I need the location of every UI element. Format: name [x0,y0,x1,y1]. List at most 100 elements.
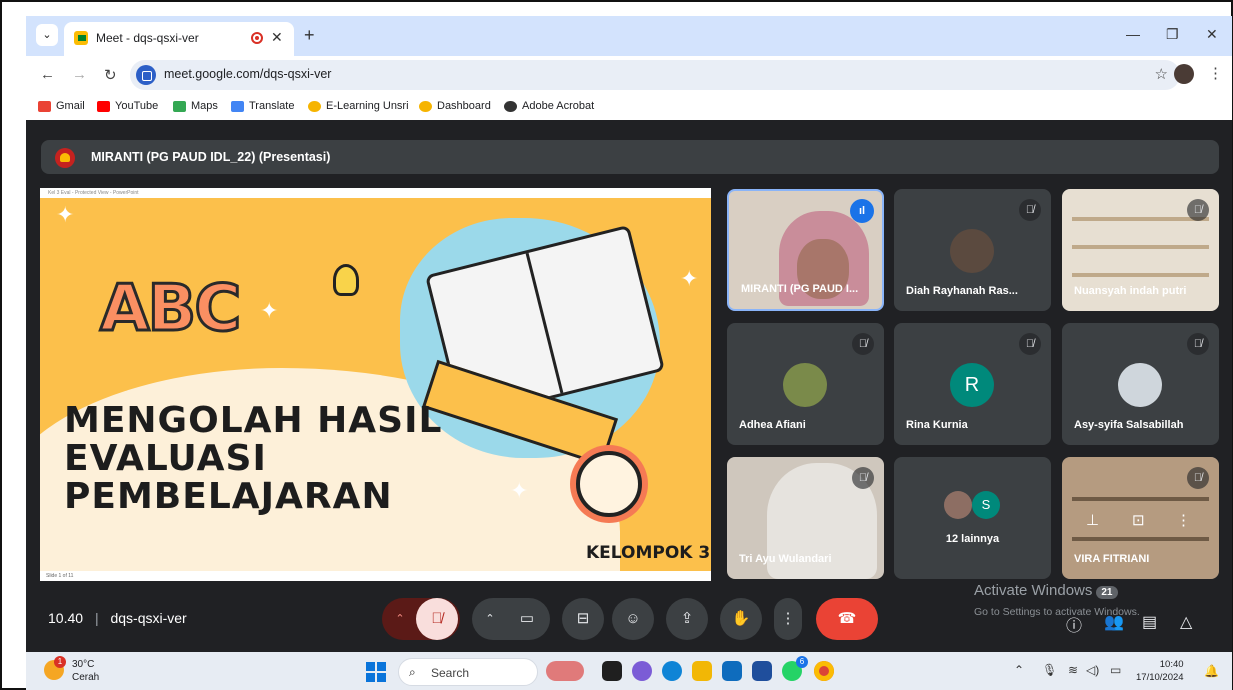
bookmark-star-icon[interactable]: ☆ [1155,65,1168,83]
browser-menu-icon[interactable]: ⋮ [1208,64,1223,82]
back-icon[interactable]: ← [40,66,55,83]
dashboard-icon [419,100,432,112]
window-close-icon[interactable]: ✕ [1206,26,1218,43]
participant-tile[interactable]: 🎙̸ ⊥ ⊡ ⋮ VIRA FITRIANI [1062,457,1219,579]
bookmark-adobe-acrobat[interactable]: Adobe Acrobat [504,100,594,112]
screenshot-frame: ⌄ Meet - dqs-qsxi-ver ✕ + — ❐ ✕ ← → ↻ me… [0,0,1233,690]
tab-search-button[interactable]: ⌄ [36,24,58,46]
address-bar[interactable]: meet.google.com/dqs-qsxi-ver ☆ [130,60,1180,90]
activities-icon[interactable]: △ [1180,612,1192,632]
site-info-icon[interactable] [136,65,156,85]
avatar [950,229,994,273]
new-tab-button[interactable]: + [304,25,315,46]
meet-stage: MIRANTI (PG PAUD IDL_22) (Presentasi) Ke… [26,120,1232,652]
profile-avatar[interactable] [1174,64,1194,84]
more-options-button[interactable]: ⋮ [774,598,802,640]
bookmark-elearning[interactable]: E-Learning Unsri [308,100,409,112]
search-highlight-icon[interactable] [546,661,584,681]
bookmark-youtube[interactable]: YouTube [97,100,158,112]
framing-icon[interactable]: ⊡ [1132,511,1145,529]
google-meet-icon [74,31,88,45]
weather-widget[interactable]: 30°C Cerah [72,658,99,684]
powerpoint-title-bar: Kel 3 Eval - Protected View - PowerPoint [40,188,711,198]
elearning-icon [308,100,321,112]
avatar: R [950,363,994,407]
sparkle-icon: ✦ [260,298,279,323]
restore-icon[interactable]: ❐ [1166,26,1179,43]
edge-icon[interactable] [662,661,682,681]
lightbulb-illustration [333,264,359,296]
volume-icon[interactable]: ◁) [1086,663,1099,677]
store-icon[interactable] [722,661,742,681]
others-tile[interactable]: S 12 lainnya [894,457,1051,579]
bookmark-maps[interactable]: Maps [173,100,218,112]
participant-tile[interactable]: 🎙̸ Tri Ayu Wulandari [727,457,884,579]
taskbar-search[interactable]: ⌕ Search [398,658,538,686]
file-explorer-icon[interactable] [692,661,712,681]
mic-options-chevron-icon[interactable]: ⌃ [390,598,410,640]
mic-off-icon: 🎙̸ [1187,467,1209,489]
present-button[interactable]: ⇪ [666,598,708,640]
copilot-icon[interactable] [632,661,652,681]
tab-title: Meet - dqs-qsxi-ver [96,31,199,45]
meeting-time: 10.40 [48,610,84,626]
tab-close-icon[interactable]: ✕ [271,29,283,46]
present-screen-icon: ⇪ [680,610,694,627]
notification-bell-icon[interactable]: 🔔 [1204,664,1219,678]
tab-meet[interactable]: Meet - dqs-qsxi-ver ✕ [64,22,294,56]
translate-icon [231,100,244,112]
participant-tile[interactable]: 🎙̸ Adhea Afiani [727,323,884,445]
start-button[interactable] [366,662,386,682]
activate-windows-title: Activate Windows 21 [974,582,1118,599]
reload-icon[interactable]: ↻ [104,66,117,84]
bookmark-translate[interactable]: Translate [231,100,294,112]
sparkle-icon: ✦ [510,478,529,503]
raise-hand-icon: ✋ [731,610,751,627]
minimize-icon[interactable]: — [1126,26,1140,42]
presenter-label: MIRANTI (PG PAUD IDL_22) (Presentasi) [91,150,331,164]
forward-icon[interactable]: → [72,66,87,83]
bookmark-dashboard[interactable]: Dashboard [419,100,491,112]
participant-tile[interactable]: ıl MIRANTI (PG PAUD I... [727,189,884,311]
participant-tile[interactable]: 🎙̸ R Rina Kurnia [894,323,1051,445]
more-options-icon[interactable]: ⋮ [1176,511,1191,529]
microphone-icon[interactable]: 🎙 [1042,663,1057,677]
camera-options-chevron-icon[interactable]: ⌃ [480,598,500,640]
search-icon: ⌕ [409,665,416,679]
slide-abc-logo: ABC [98,271,242,348]
leave-call-button[interactable]: ☎ [816,598,878,640]
meeting-controls: 10.40 | dqs-qsxi-ver ⌃ 🎙̸ ⌃ ▭ ⊟ ☺ ⇪ ✋ ⋮ … [26,580,1232,652]
participant-tile[interactable]: 🎙̸ Asy-syifa Salsabillah [1062,323,1219,445]
show-hidden-icons[interactable]: ⌃ [1014,663,1024,677]
bookmark-gmail[interactable]: Gmail [38,100,85,112]
mic-off-icon: 🎙̸ [1187,333,1209,355]
raise-hand-button[interactable]: ✋ [720,598,762,640]
slide-group-label: KELOMPOK 3 [586,543,711,563]
taskbar-clock[interactable]: 10:40 17/10/2024 [1136,658,1184,684]
sparkle-icon: ✦ [680,266,699,291]
speaking-indicator-icon: ıl [850,199,874,223]
avatar: S [972,491,1000,519]
chat-icon[interactable]: ▤ [1142,612,1157,632]
meeting-info: 10.40 | dqs-qsxi-ver [48,610,187,626]
participant-name: Diah Rayhanah Ras... [906,285,1018,297]
reactions-button[interactable]: ☺ [612,598,654,640]
participant-tile[interactable]: 🎙̸ Diah Rayhanah Ras... [894,189,1051,311]
avatar [944,491,972,519]
chrome-icon[interactable] [814,661,834,681]
browser-tab-bar: ⌄ Meet - dqs-qsxi-ver ✕ + — ❐ ✕ [26,16,1232,56]
task-view-icon[interactable] [602,661,622,681]
mic-off-icon[interactable]: 🎙̸ [416,598,458,640]
meeting-details-icon[interactable]: ⓘ [1066,612,1082,636]
camera-control: ⌃ ▭ [472,598,550,640]
wifi-icon[interactable]: ≋ [1068,663,1078,677]
sparkle-icon: ✦ [56,202,75,227]
camera-icon[interactable]: ▭ [506,598,548,640]
participant-tile[interactable]: 🎙̸ Nuansyah indah putri [1062,189,1219,311]
pin-icon[interactable]: ⊥ [1086,511,1099,529]
battery-icon[interactable]: ▭ [1110,663,1121,677]
mail-icon[interactable] [752,661,772,681]
recording-icon [251,32,263,44]
people-icon[interactable]: 👥 [1104,612,1124,632]
captions-button[interactable]: ⊟ [562,598,604,640]
